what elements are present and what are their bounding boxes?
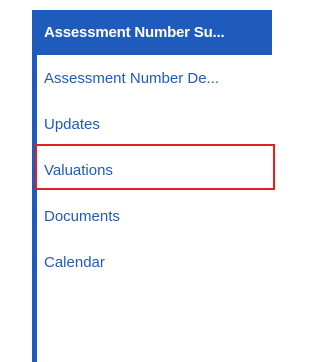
nav-item-updates[interactable]: Updates	[32, 102, 100, 146]
valuations-highlight-box	[35, 144, 275, 190]
nav-item-assessment-number-details[interactable]: Assessment Number De...	[32, 56, 219, 100]
nav-item-assessment-number-summary[interactable]: Assessment Number Su...	[32, 10, 272, 55]
nav-item-calendar[interactable]: Calendar	[32, 240, 105, 284]
sidebar-page: Assessment Number Su... Assessment Numbe…	[0, 0, 293, 362]
nav-item-documents[interactable]: Documents	[32, 194, 120, 238]
